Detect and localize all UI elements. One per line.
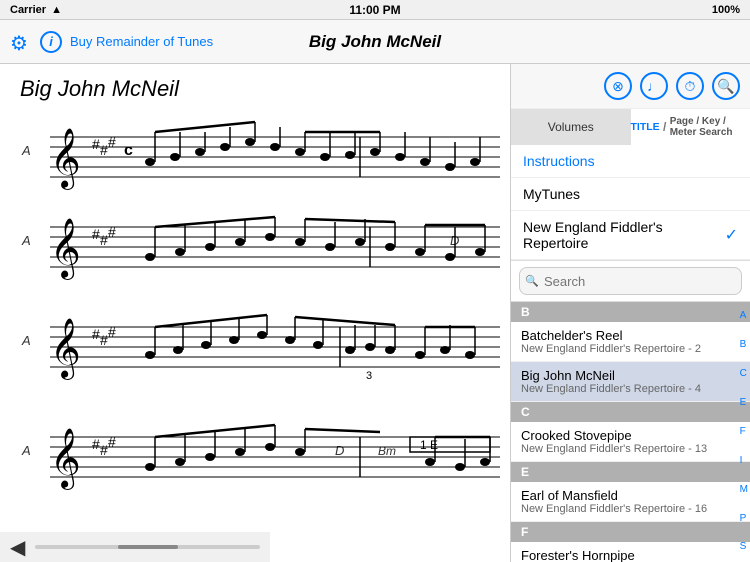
svg-text:#: #: [92, 436, 100, 452]
alpha-c[interactable]: C: [740, 368, 748, 380]
svg-text:#: #: [108, 434, 116, 450]
alpha-index[interactable]: A B C E F I M P S: [740, 302, 748, 562]
alpha-p[interactable]: P: [740, 513, 748, 525]
svg-text:#: #: [100, 232, 108, 248]
search-box: [511, 261, 750, 302]
carrier-label: Carrier: [10, 4, 46, 16]
right-panel: ⊗ ♩ ⏱ 🔍 Volumes TITLE / Page / Key / Met…: [510, 64, 750, 562]
nav-bar: ⚙ i Buy Remainder of Tunes Big John McNe…: [0, 20, 750, 64]
svg-text:#: #: [108, 134, 116, 150]
svg-text:A: A: [21, 443, 31, 458]
checkmark-icon: ✓: [725, 225, 738, 245]
battery-label: 100%: [712, 4, 740, 16]
music-staves: A 𝄞 # # # c: [0, 107, 510, 527]
svg-text:3: 3: [366, 370, 372, 382]
tune-item-foresters-hornpipe[interactable]: Forester's Hornpipe New England Fiddler'…: [511, 542, 750, 562]
volume-item-instructions[interactable]: Instructions: [511, 145, 750, 178]
alpha-a[interactable]: A: [740, 310, 748, 322]
search-icon-btn[interactable]: 🔍: [712, 72, 740, 100]
section-header-b: B: [511, 302, 750, 322]
search-input[interactable]: [519, 267, 742, 295]
svg-text:𝄞: 𝄞: [50, 318, 81, 380]
status-left: Carrier ▲: [10, 4, 62, 16]
buy-link[interactable]: Buy Remainder of Tunes: [70, 34, 213, 49]
scroll-thumb: [118, 545, 178, 549]
wifi-icon: ▲: [51, 4, 62, 16]
volume-item-mytunes[interactable]: MyTunes: [511, 178, 750, 211]
svg-text:#: #: [100, 142, 108, 158]
svg-text:A: A: [21, 233, 31, 248]
svg-text:#: #: [108, 224, 116, 240]
alpha-m[interactable]: M: [740, 484, 748, 496]
svg-text:𝄞: 𝄞: [50, 218, 81, 280]
svg-text:c: c: [124, 142, 133, 159]
status-time: 11:00 PM: [349, 3, 400, 17]
info-icon[interactable]: i: [40, 31, 62, 53]
svg-text:A: A: [21, 143, 31, 158]
svg-text:𝄞: 𝄞: [50, 128, 81, 190]
note-icon[interactable]: ♩: [640, 72, 668, 100]
alpha-s[interactable]: S: [740, 541, 748, 553]
tab-title-search[interactable]: TITLE / Page / Key / Meter Search: [631, 109, 750, 145]
section-header-e: E: [511, 462, 750, 482]
tune-item-big-john-mcneil[interactable]: Big John McNeil New England Fiddler's Re…: [511, 362, 750, 402]
scroll-track[interactable]: [35, 545, 260, 549]
alpha-b[interactable]: B: [740, 339, 748, 351]
status-right: 100%: [712, 4, 740, 16]
section-header-c: C: [511, 402, 750, 422]
sheet-music: Big John McNeil A 𝄞 # # # c: [0, 64, 510, 562]
section-header-f: F: [511, 522, 750, 542]
tune-item-batchelders-reel[interactable]: Batchelder's Reel New England Fiddler's …: [511, 322, 750, 362]
svg-text:D: D: [335, 443, 344, 458]
svg-text:#: #: [92, 226, 100, 242]
nav-left: ⚙ i Buy Remainder of Tunes: [10, 31, 213, 53]
svg-text:#: #: [92, 326, 100, 342]
tune-item-crooked-stovepipe[interactable]: Crooked Stovepipe New England Fiddler's …: [511, 422, 750, 462]
svg-text:A: A: [21, 333, 31, 348]
svg-text:#: #: [100, 332, 108, 348]
scroll-left-arrow[interactable]: ◀: [10, 535, 25, 560]
scroll-bar: ◀: [0, 532, 270, 562]
volume-list: Instructions MyTunes New England Fiddler…: [511, 145, 750, 261]
piece-title: Big John McNeil: [0, 64, 510, 107]
tune-list[interactable]: B Batchelder's Reel New England Fiddler'…: [511, 302, 750, 562]
volume-item-nefr[interactable]: New England Fiddler's Repertoire ✓: [511, 211, 750, 260]
main-content: Big John McNeil A 𝄞 # # # c: [0, 64, 750, 562]
gear-icon[interactable]: ⚙: [10, 31, 32, 53]
panel-tabs: Volumes TITLE / Page / Key / Meter Searc…: [511, 109, 750, 145]
alpha-f[interactable]: F: [740, 426, 748, 438]
clock-icon[interactable]: ⏱: [676, 72, 704, 100]
tab-title-label: TITLE: [631, 121, 660, 133]
svg-text:𝄞: 𝄞: [50, 428, 81, 490]
svg-text:Bm: Bm: [378, 444, 396, 458]
svg-text:#: #: [92, 136, 100, 152]
tune-item-earl-of-mansfield[interactable]: Earl of Mansfield New England Fiddler's …: [511, 482, 750, 522]
alpha-e[interactable]: E: [740, 397, 748, 409]
svg-text:#: #: [100, 442, 108, 458]
alpha-i[interactable]: I: [740, 455, 748, 467]
block-icon[interactable]: ⊗: [604, 72, 632, 100]
page-title: Big John McNeil: [309, 32, 441, 52]
panel-icons: ⊗ ♩ ⏱ 🔍: [511, 64, 750, 109]
svg-text:#: #: [108, 324, 116, 340]
tab-volumes[interactable]: Volumes: [511, 109, 631, 145]
status-bar: Carrier ▲ 11:00 PM 100%: [0, 0, 750, 20]
